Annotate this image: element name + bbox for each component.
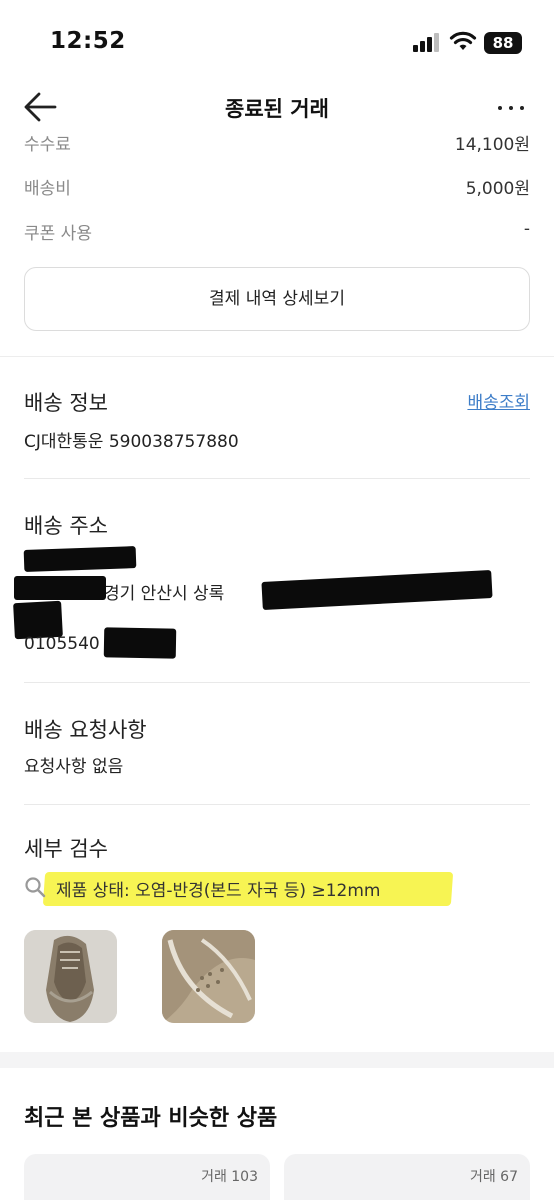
payment-detail-button[interactable]: 결제 내역 상세보기 <box>24 267 530 331</box>
inspection-photo-2[interactable] <box>162 930 255 1023</box>
divider <box>24 478 530 479</box>
section-gap <box>0 1052 554 1068</box>
payment-row-shipping-fee: 배송비 5,000원 <box>24 174 530 202</box>
redacted-address-detail <box>261 570 493 610</box>
search-icon <box>25 877 46 898</box>
shipping-fee-label: 배송비 <box>24 179 71 199</box>
delivery-request-text: 요청사항 없음 <box>24 757 124 777</box>
redacted-phone-part <box>103 627 177 659</box>
fee-value: 14,100원 <box>454 135 530 155</box>
divider <box>24 682 530 683</box>
track-shipment-link[interactable]: 배송조회 <box>467 388 530 413</box>
divider <box>24 804 530 805</box>
more-dot-icon <box>498 106 502 110</box>
fee-label: 수수료 <box>24 135 71 155</box>
nav-bar: 종료된 거래 <box>0 80 554 136</box>
shipping-info-title: 배송 정보 <box>24 391 108 415</box>
cellular-signal-icon <box>413 32 441 52</box>
more-dot-icon <box>509 106 513 110</box>
status-time: 12:52 <box>50 28 126 54</box>
product-card[interactable]: 거래 67 <box>284 1154 530 1200</box>
phone-number: 0105540 <box>24 634 100 654</box>
coupon-label: 쿠폰 사용 <box>24 224 92 244</box>
payment-row-coupon: 쿠폰 사용 - <box>24 219 530 247</box>
trade-count-badge: 거래 67 <box>469 1169 518 1185</box>
inspection-title: 세부 검수 <box>24 837 108 861</box>
wifi-icon <box>449 31 477 50</box>
redacted-postal-code <box>14 576 106 600</box>
recent-similar-title: 최근 본 상품과 비슷한 상품 <box>24 1106 278 1131</box>
page-title: 종료된 거래 <box>225 97 329 121</box>
shoe-closeup-image <box>162 930 255 1023</box>
carrier-tracking-number: CJ대한통운 590038757880 <box>24 432 239 452</box>
section-divider <box>0 356 554 357</box>
payment-row-fee: 수수료 14,100원 <box>24 130 530 158</box>
coupon-value: - <box>523 219 530 239</box>
address-line: 경기 안산시 상록 <box>104 584 225 604</box>
address-title: 배송 주소 <box>24 514 108 538</box>
status-bar: 12:52 88 <box>0 0 554 80</box>
product-card[interactable]: 거래 103 <box>24 1154 270 1200</box>
shipping-fee-value: 5,000원 <box>465 179 530 199</box>
redacted-recipient-name <box>23 546 137 572</box>
more-options-button[interactable] <box>496 92 528 122</box>
content-scroll-area[interactable]: 수수료 14,100원 배송비 5,000원 쿠폰 사용 - 결제 내역 상세보… <box>0 130 554 1200</box>
inspection-condition-text: 제품 상태: 오염-반경(본드 자국 등) ≥12mm <box>56 881 381 901</box>
more-dot-icon <box>520 106 524 110</box>
delivery-request-title: 배송 요청사항 <box>24 718 147 742</box>
battery-indicator: 88 <box>484 32 522 54</box>
trade-count-badge: 거래 103 <box>201 1169 258 1185</box>
shoe-photo-image <box>24 930 117 1023</box>
inspection-photo-1[interactable] <box>24 930 117 1023</box>
